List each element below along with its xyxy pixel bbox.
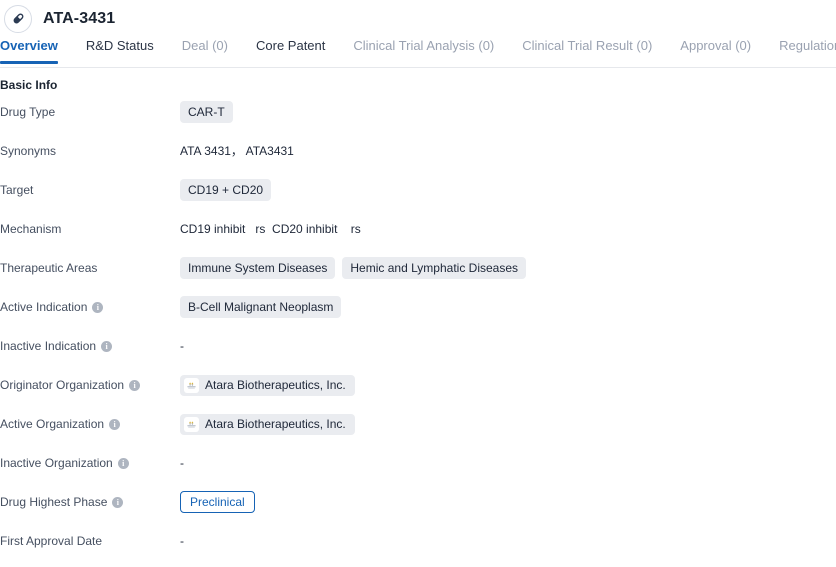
- row-label-active-organization: Active Organization i: [0, 411, 180, 432]
- basic-info-rows: Drug Type CAR-T Synonyms ATA 3431， ATA3431 T…: [0, 99, 836, 567]
- tab-overview[interactable]: Overview: [0, 37, 58, 64]
- empty-value: -: [180, 339, 184, 353]
- row-label-mechanism: Mechanism: [0, 216, 180, 237]
- row-label-text: Inactive Organization: [0, 456, 113, 470]
- organization-name: Atara Biotherapeutics, Inc.: [205, 378, 346, 392]
- value-chip[interactable]: B-Cell Malignant Neoplasm: [180, 296, 342, 318]
- plain-text-value: CD19 inhibit rs CD20 inhibit rs: [180, 222, 361, 236]
- info-row-originator-organization: Originator Organization i Atara Biotherape…: [0, 372, 836, 411]
- empty-value: -: [180, 534, 184, 548]
- info-row-mechanism: Mechanism CD19 inhibit rs CD20 inhibit rs: [0, 216, 836, 255]
- organization-chip[interactable]: Atara Biotherapeutics, Inc.: [180, 374, 355, 396]
- tab-regulation-0[interactable]: Regulation (0): [779, 37, 836, 64]
- row-label-text: Inactive Indication: [0, 339, 97, 353]
- value-chip[interactable]: CD19 + CD20: [180, 179, 272, 201]
- info-row-first-approval-date: First Approval Date -: [0, 528, 836, 567]
- row-label-text: Drug Type: [0, 105, 56, 119]
- row-label-synonyms: Synonyms: [0, 138, 180, 159]
- value-chip[interactable]: Hemic and Lymphatic Diseases: [342, 257, 527, 279]
- tab-approval-0[interactable]: Approval (0): [680, 37, 751, 64]
- row-label-text: First Approval Date: [0, 534, 103, 548]
- tab-clinical-trial-result-0[interactable]: Clinical Trial Result (0): [522, 37, 652, 64]
- phase-chip[interactable]: Preclinical: [180, 491, 255, 513]
- section-title-basic-info: Basic Info: [0, 78, 58, 92]
- row-value-active-indication: B-Cell Malignant Neoplasm: [180, 294, 836, 318]
- row-label-text: Originator Organization: [0, 378, 125, 392]
- row-label-text: Active Organization: [0, 417, 105, 431]
- row-value-target: CD19 + CD20: [180, 177, 836, 201]
- organization-name: Atara Biotherapeutics, Inc.: [205, 417, 346, 431]
- info-icon[interactable]: i: [117, 457, 129, 469]
- row-label-first-approval-date: First Approval Date: [0, 528, 180, 549]
- row-label-target: Target: [0, 177, 180, 198]
- tab-bar: Overview R&D Status Deal (0) Core Patent Cli…: [0, 37, 836, 68]
- row-value-first-approval-date: -: [180, 528, 836, 552]
- organization-chip[interactable]: Atara Biotherapeutics, Inc.: [180, 413, 355, 435]
- tab-clinical-trial-analysis-0[interactable]: Clinical Trial Analysis (0): [353, 37, 494, 64]
- tab-deal-0[interactable]: Deal (0): [182, 37, 228, 64]
- info-row-target: Target CD19 + CD20: [0, 177, 836, 216]
- row-label-drug-type: Drug Type: [0, 99, 180, 120]
- info-icon[interactable]: i: [109, 418, 121, 430]
- info-row-therapeutic-areas: Therapeutic Areas Immune System Diseases H…: [0, 255, 836, 294]
- info-icon[interactable]: i: [129, 379, 141, 391]
- row-label-drug-highest-phase: Drug Highest Phase i: [0, 489, 180, 510]
- tab-core-patent[interactable]: Core Patent: [256, 37, 325, 64]
- value-chip[interactable]: CAR-T: [180, 101, 233, 123]
- row-label-text: Therapeutic Areas: [0, 261, 98, 275]
- row-label-therapeutic-areas: Therapeutic Areas: [0, 255, 180, 276]
- info-row-inactive-organization: Inactive Organization i -: [0, 450, 836, 489]
- organization-logo-icon: [184, 416, 199, 432]
- row-value-active-organization: Atara Biotherapeutics, Inc.: [180, 411, 836, 435]
- organization-logo-icon: [184, 377, 199, 393]
- info-row-synonyms: Synonyms ATA 3431， ATA3431: [0, 138, 836, 177]
- row-label-active-indication: Active Indication i: [0, 294, 180, 315]
- info-row-drug-highest-phase: Drug Highest Phase i Preclinical: [0, 489, 836, 528]
- row-label-text: Target: [0, 183, 34, 197]
- info-row-active-indication: Active Indication i B-Cell Malignant Neopl…: [0, 294, 836, 333]
- row-label-text: Synonyms: [0, 144, 57, 158]
- row-value-originator-organization: Atara Biotherapeutics, Inc.: [180, 372, 836, 396]
- info-icon[interactable]: i: [112, 496, 124, 508]
- value-chip[interactable]: Immune System Diseases: [180, 257, 336, 279]
- info-row-drug-type: Drug Type CAR-T: [0, 99, 836, 138]
- page-header: ATA-3431: [0, 0, 836, 37]
- info-row-inactive-indication: Inactive Indication i -: [0, 333, 836, 372]
- row-value-inactive-indication: -: [180, 333, 836, 357]
- plain-text-value: ATA 3431， ATA3431: [180, 144, 294, 158]
- row-value-mechanism: CD19 inhibit rs CD20 inhibit rs: [180, 216, 836, 240]
- capsule-pill-icon: [4, 4, 32, 33]
- info-icon[interactable]: i: [101, 340, 113, 352]
- row-value-drug-highest-phase: Preclinical: [180, 489, 836, 513]
- info-icon[interactable]: i: [92, 301, 104, 313]
- row-label-text: Drug Highest Phase: [0, 495, 108, 509]
- info-row-active-organization: Active Organization i Atara Biotherapeutic…: [0, 411, 836, 450]
- row-value-inactive-organization: -: [180, 450, 836, 474]
- row-label-text: Active Indication: [0, 300, 88, 314]
- row-label-originator-organization: Originator Organization i: [0, 372, 180, 393]
- overview-panel: Basic Info Drug Type CAR-T Synonyms ATA 343…: [0, 68, 836, 567]
- row-label-inactive-indication: Inactive Indication i: [0, 333, 180, 354]
- row-value-drug-type: CAR-T: [180, 99, 836, 123]
- row-value-synonyms: ATA 3431， ATA3431: [180, 138, 836, 162]
- row-label-inactive-organization: Inactive Organization i: [0, 450, 180, 471]
- row-value-therapeutic-areas: Immune System Diseases Hemic and Lymphati…: [180, 255, 836, 279]
- page-title: ATA-3431: [43, 9, 116, 27]
- row-label-text: Mechanism: [0, 222, 62, 236]
- tab-r-d-status[interactable]: R&D Status: [86, 37, 154, 64]
- empty-value: -: [180, 456, 184, 470]
